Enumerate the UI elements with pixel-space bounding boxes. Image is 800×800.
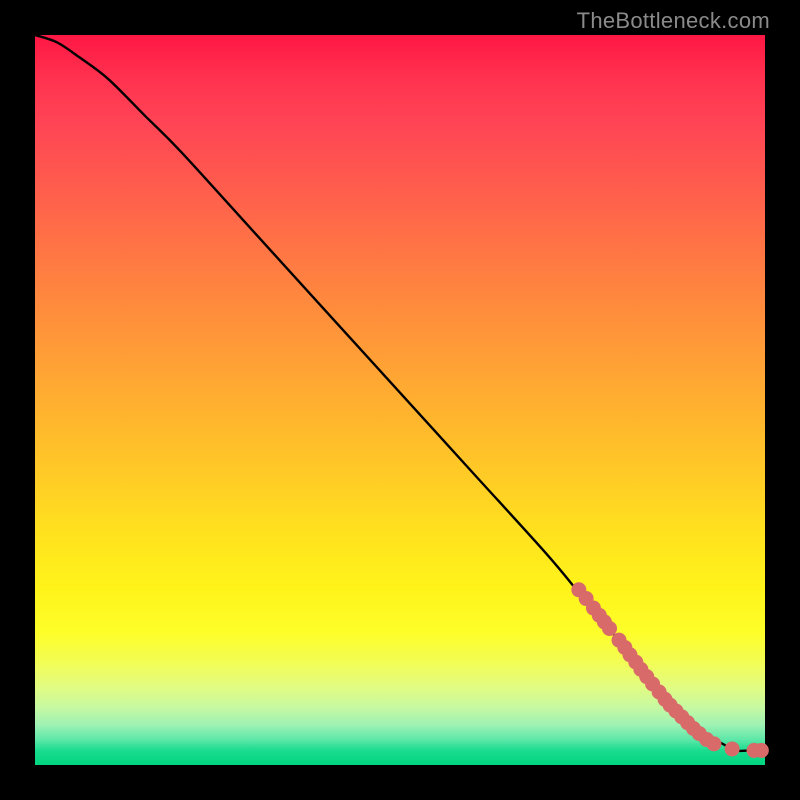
- watermark-text: TheBottleneck.com: [577, 8, 770, 34]
- marker-dot: [602, 621, 617, 636]
- dot-cluster: [571, 582, 769, 758]
- marker-dot: [754, 743, 769, 758]
- bottleneck-curve: [35, 35, 765, 751]
- marker-dot: [725, 741, 740, 756]
- chart-frame: TheBottleneck.com: [0, 0, 800, 800]
- chart-svg: [35, 35, 765, 765]
- plot-area: [35, 35, 765, 765]
- marker-dot: [706, 736, 721, 751]
